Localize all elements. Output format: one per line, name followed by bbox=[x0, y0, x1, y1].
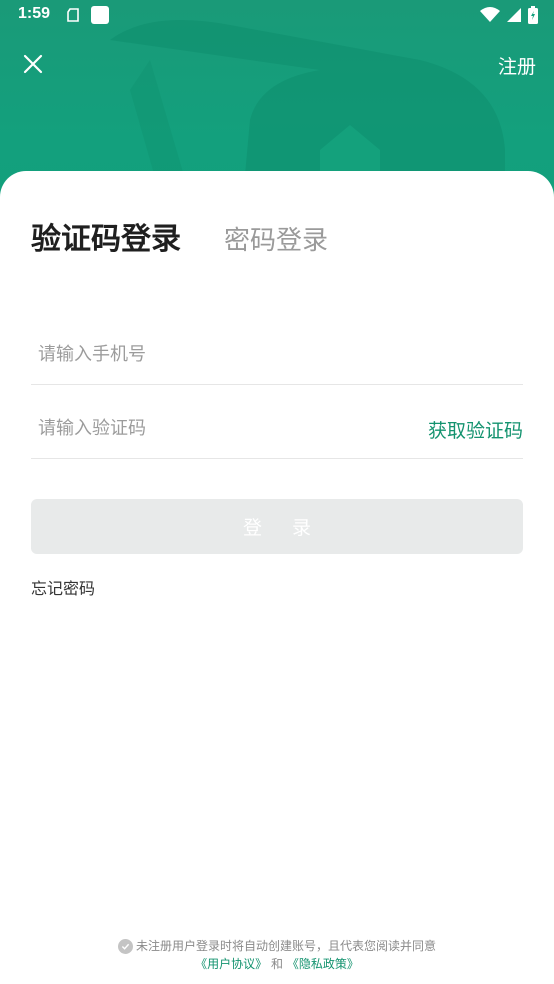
status-icons bbox=[480, 6, 538, 28]
battery-icon bbox=[528, 6, 538, 28]
agreement-notice: 未注册用户登录时将自动创建账号，且代表您阅读并同意 《用户协议》 和 《隐私政策… bbox=[0, 937, 554, 973]
get-code-button[interactable]: 获取验证码 bbox=[428, 416, 523, 443]
forgot-password-link[interactable]: 忘记密码 bbox=[31, 575, 95, 599]
user-agreement-link[interactable]: 《用户协议》 bbox=[195, 957, 267, 971]
code-input[interactable] bbox=[31, 418, 391, 439]
agreement-text: 未注册用户登录时将自动创建账号，且代表您阅读并同意 bbox=[135, 939, 436, 953]
check-icon bbox=[121, 943, 130, 950]
agreement-and: 和 bbox=[270, 957, 283, 971]
notification-icon bbox=[91, 6, 109, 24]
close-icon bbox=[23, 54, 43, 74]
status-bar: 1:59 bbox=[0, 0, 554, 32]
tab-sms-login[interactable]: 验证码登录 bbox=[31, 214, 181, 258]
agreement-links: 《用户协议》 和 《隐私政策》 bbox=[0, 955, 554, 973]
close-button[interactable] bbox=[18, 49, 48, 79]
wifi-icon bbox=[480, 7, 500, 27]
phone-input[interactable] bbox=[31, 344, 391, 365]
register-link[interactable]: 注册 bbox=[498, 52, 536, 79]
login-tabs: 验证码登录 密码登录 bbox=[31, 214, 328, 258]
clipboard-icon bbox=[66, 7, 82, 27]
status-time: 1:59 bbox=[18, 5, 51, 22]
login-card: 验证码登录 密码登录 获取验证码 登 录 忘记密码 未注册用户登录时将自动创建账… bbox=[0, 171, 554, 984]
agree-checkbox[interactable] bbox=[117, 938, 133, 954]
code-field: 获取验证码 bbox=[31, 399, 523, 459]
privacy-policy-link[interactable]: 《隐私政策》 bbox=[287, 957, 359, 971]
tab-password-login[interactable]: 密码登录 bbox=[224, 220, 328, 257]
phone-field bbox=[31, 325, 523, 385]
agreement-line: 未注册用户登录时将自动创建账号，且代表您阅读并同意 bbox=[0, 937, 554, 955]
login-button[interactable]: 登 录 bbox=[31, 499, 523, 554]
signal-icon bbox=[506, 7, 522, 27]
